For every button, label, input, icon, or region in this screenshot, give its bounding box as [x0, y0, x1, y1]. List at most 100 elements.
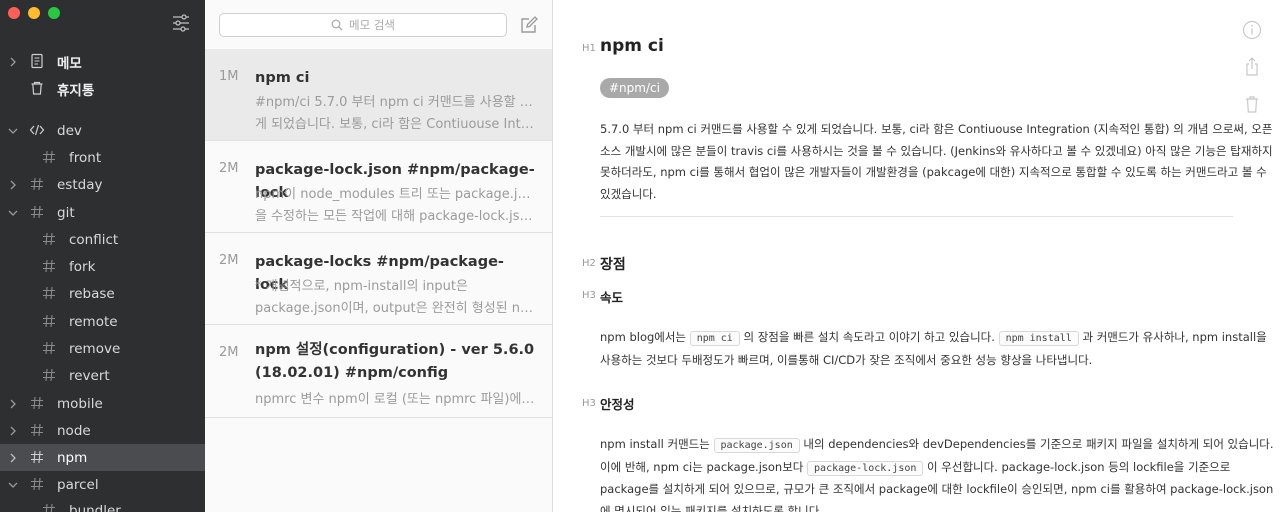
hashtag-icon [43, 368, 55, 382]
sidebar-item-bundler[interactable]: bundler [0, 497, 205, 512]
sidebar-item-conflict[interactable]: conflict [0, 226, 205, 253]
note-preview: npmrc 변수 npm이 로컬 (또는 npmrc 파일)에 설정된 값 [255, 389, 537, 411]
hashtag-icon [43, 503, 55, 512]
paragraph-line: 소스 개발시에 많은 분들이 travis ci를 사용하시는 것을 볼 수 있… [600, 143, 1273, 158]
zoom-window-button[interactable] [48, 7, 60, 19]
sidebar-item-notes[interactable]: 메모 [0, 48, 205, 75]
chevron-right-icon[interactable] [7, 398, 19, 410]
text: 과 커맨드가 유사하나, npm install을 [1082, 330, 1267, 344]
sidebar-item-parcel[interactable]: parcel [0, 471, 205, 498]
hashtag-icon [43, 232, 55, 246]
text: 의 장점을 빠른 설치 속도라고 이야기 하고 있습니다. [743, 330, 995, 344]
sidebar-item-label: git [57, 204, 75, 221]
chevron-down-icon[interactable] [7, 207, 19, 219]
sidebar-item-git[interactable]: git [0, 199, 205, 226]
search-placeholder-wrap: 메모 검색 [220, 14, 506, 36]
sidebar-item-label: conflict [69, 231, 119, 248]
inline-code: package-lock.json [807, 460, 924, 476]
sidebar-item-label: fork [69, 258, 96, 275]
sliders-icon[interactable] [170, 12, 192, 34]
note-title-line: (18.02.01) #npm/config [255, 365, 449, 381]
note-title-line: npm 설정(configuration) - ver 5.6.0 [255, 342, 535, 358]
note-age: 2M [219, 253, 239, 268]
code-icon [29, 124, 45, 136]
hashtag-icon [43, 150, 55, 164]
sidebar-item-label: remove [69, 340, 121, 357]
sidebar-item-label: 휴지통 [57, 82, 95, 99]
speed-paragraph: npm blog에서는 npm ci 의 장점을 빠른 설치 속도라고 이야기 … [600, 327, 1267, 371]
tag-chip[interactable]: #npm/ci [600, 78, 669, 98]
chevron-right-icon[interactable] [7, 425, 19, 437]
text: 이에 반해, npm ci는 package.json보다 [600, 459, 804, 474]
paragraph-line: npm install 커맨드는 package.json 내의 depende… [600, 434, 1274, 457]
note-item[interactable]: 1M npm ci #npm/ci 5.7.0 부터 npm ci 커맨드를 사… [205, 49, 552, 141]
note-item[interactable]: 2M npm 설정(configuration) - ver 5.6.0 (18… [205, 325, 552, 418]
search-input[interactable]: 메모 검색 [219, 13, 507, 37]
divider [600, 216, 1233, 217]
sidebar-item-label: parcel [57, 476, 99, 493]
heading-marker: H1 [582, 43, 596, 54]
paragraph-line: package를 설치하게 되어 있으므로, 규모가 큰 조직에서 packag… [600, 482, 1274, 496]
hashtag-icon [31, 177, 43, 191]
chevron-down-icon[interactable] [7, 479, 19, 491]
hashtag-icon [43, 259, 55, 273]
subsection-heading: 안정성 [600, 397, 635, 412]
subsection-heading: 속도 [600, 290, 624, 305]
note-heading: npm ci [600, 36, 664, 56]
paragraph-line: 사용하는 것보다 두배정도가 빠르며, 이를통해 CI/CD가 잦은 조직에서 … [600, 352, 1093, 367]
editor[interactable]: H1 npm ci #npm/ci 5.7.0 부터 npm ci 커맨드를 사… [553, 0, 1280, 512]
chevron-right-icon[interactable] [7, 56, 19, 68]
intro-paragraph: 5.7.0 부터 npm ci 커맨드를 사용할 수 있게 되었습니다. 보통,… [600, 119, 1273, 205]
note-preview-line: 게 되었습니다. 보통, ci라 함은 Contiuouse Integrati… [255, 117, 537, 132]
sidebar-item-label: rebase [69, 285, 115, 302]
hashtag-icon [31, 205, 43, 219]
hashtag-icon [31, 450, 43, 464]
sidebar-item-estday[interactable]: estday [0, 171, 205, 198]
chevron-right-icon[interactable] [7, 452, 19, 464]
sidebar-item-mobile[interactable]: mobile [0, 390, 205, 417]
sidebar-item-label: revert [69, 367, 110, 384]
hashtag-icon [31, 396, 43, 410]
note-preview: npm이 node_modules 트리 또는 package.json 을 수… [255, 184, 537, 228]
search-icon [331, 19, 343, 31]
sidebar-item-label: npm [57, 449, 88, 466]
sidebar-item-remote[interactable]: remote [0, 308, 205, 335]
note-list: 메모 검색 1M npm ci #npm/ci 5.7.0 부터 npm ci … [205, 0, 553, 512]
info-icon[interactable] [1241, 19, 1263, 41]
trash-icon [31, 81, 43, 95]
sidebar-item-npm[interactable]: npm [0, 444, 205, 471]
note-title: npm 설정(configuration) - ver 5.6.0 (18.02… [255, 339, 535, 385]
sidebar-item-rebase[interactable]: rebase [0, 280, 205, 307]
note-item[interactable]: 2M package-locks #npm/package-lock * 개념적… [205, 233, 552, 325]
hashtag-icon [43, 314, 55, 328]
sidebar-item-revert[interactable]: revert [0, 362, 205, 389]
chevron-right-icon[interactable] [7, 179, 19, 191]
sidebar-item-node[interactable]: node [0, 417, 205, 444]
note-preview-line: * 개념적으로, npm-install의 input은 [255, 279, 468, 294]
sidebar-item-front[interactable]: front [0, 144, 205, 171]
text: 내의 dependencies와 devDependencies를 기준으로 패… [803, 437, 1274, 451]
inline-code: npm ci [689, 331, 740, 346]
note-item[interactable]: 2M package-lock.json #npm/package-lock n… [205, 141, 552, 233]
sidebar-item-label: node [57, 422, 91, 439]
sidebar-item-trash[interactable]: 휴지통 [0, 75, 205, 102]
sidebar-item-fork[interactable]: fork [0, 253, 205, 280]
paragraph-line: 에 명시되어 있는 패키지를 설치하도록 합니다. [600, 503, 823, 512]
sidebar-item-remove[interactable]: remove [0, 335, 205, 362]
heading-marker: H2 [582, 258, 596, 269]
minimize-window-button[interactable] [28, 7, 40, 19]
stability-paragraph: npm install 커맨드는 package.json 내의 depende… [600, 434, 1274, 512]
hashtag-icon [31, 477, 43, 491]
paragraph-line: 있겠습니다. [600, 186, 657, 201]
note-preview-line: #npm/ci 5.7.0 부터 npm ci 커맨드를 사용할 수 있게 되었… [255, 95, 537, 110]
sidebar-item-label: remote [69, 313, 118, 330]
sidebar-item-dev[interactable]: dev [0, 117, 205, 144]
share-icon[interactable] [1241, 56, 1263, 78]
close-window-button[interactable] [8, 7, 20, 19]
note-preview-line: 을 수정하는 모든 작업에 대해 package-lock.json이 자동으로… [255, 209, 537, 224]
trash-icon[interactable] [1241, 93, 1263, 115]
compose-icon[interactable] [518, 14, 540, 36]
sidebar-item-label: mobile [57, 395, 103, 412]
chevron-down-icon[interactable] [7, 125, 19, 137]
note-preview-line: npm이 node_modules 트리 또는 package.json [255, 187, 537, 202]
